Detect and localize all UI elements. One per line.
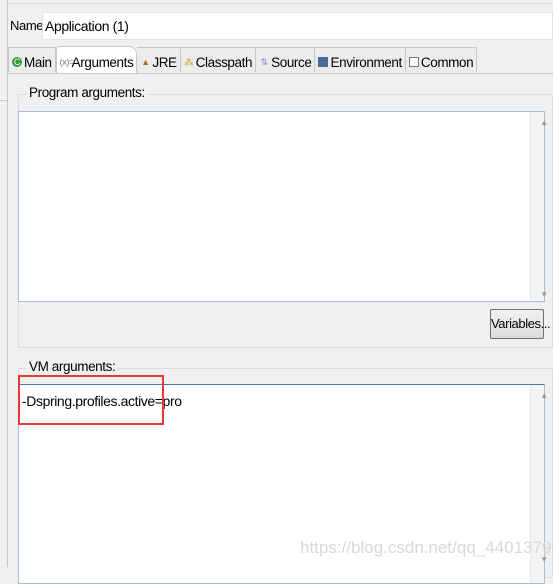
variables-button[interactable]: Variables... [490, 309, 551, 339]
program-arguments-label: Program arguments: [27, 85, 147, 100]
watermark: https://blog.csdn.net/qq_44013790 [300, 538, 553, 557]
tab-label: Source [271, 54, 312, 70]
classpath-icon: ⁂ [184, 57, 193, 67]
name-label: Name: [10, 18, 47, 33]
environment-icon [318, 57, 329, 67]
tab-jre[interactable]: ▲ JRE [137, 47, 181, 72]
tab-label: Common [420, 54, 474, 70]
tab-common[interactable]: Common [405, 47, 478, 72]
scroll-up-icon[interactable]: ▲ [538, 118, 551, 127]
main-class-icon: C [12, 57, 22, 67]
tab-label: Environment [330, 54, 402, 70]
tab-bar: C Main (x)= Arguments ▲ JRE ⁂ Classpath ⇅ Sou… [8, 46, 478, 73]
vm-arguments-label: VM arguments: [27, 359, 118, 374]
tab-main[interactable]: C Main [8, 47, 56, 72]
divider [8, 3, 553, 4]
arguments-panel: Program arguments: ▲ ▼ VM arguments: -Dsp… [8, 73, 553, 584]
common-icon [408, 57, 419, 67]
name-input[interactable]: Application (1) [42, 12, 553, 40]
tab-source[interactable]: ⇅ Source [256, 47, 316, 72]
scrollbar[interactable]: ▲ ▼ [530, 112, 548, 301]
highlight-box [18, 375, 164, 425]
tab-label: JRE [152, 54, 177, 70]
tab-label: Classpath [195, 54, 253, 70]
jre-icon: ▲ [141, 57, 150, 67]
arguments-icon: (x)= [59, 57, 75, 67]
program-arguments-textarea[interactable]: ▲ ▼ [18, 111, 548, 302]
left-pane-edge [0, 0, 8, 567]
tab-label: Main [24, 54, 52, 70]
source-icon: ⇅ [260, 57, 269, 67]
tab-classpath[interactable]: ⁂ Classpath [180, 47, 257, 72]
scroll-up-icon[interactable]: ▲ [538, 391, 551, 400]
scroll-down-icon[interactable]: ▼ [538, 290, 551, 299]
tab-label: Arguments [71, 54, 134, 70]
tab-environment[interactable]: Environment [315, 47, 406, 72]
program-arguments-group: Program arguments: ▲ ▼ [18, 85, 553, 348]
tab-arguments[interactable]: (x)= Arguments [55, 46, 138, 73]
